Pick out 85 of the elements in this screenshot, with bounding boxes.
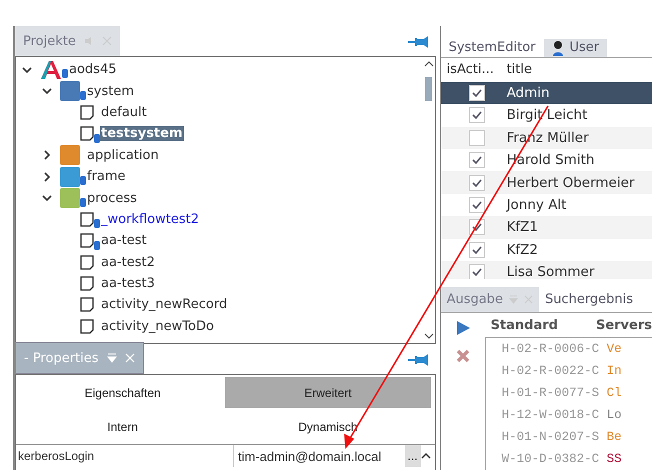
check-icon: [472, 246, 482, 254]
pin-icon[interactable]: [408, 354, 428, 366]
browse-button[interactable]: ...: [404, 445, 421, 467]
document-icon: [80, 212, 94, 227]
tab[interactable]: Eigenschaften: [20, 377, 226, 408]
check-icon: [472, 223, 482, 232]
checkbox[interactable]: [468, 107, 485, 124]
table-row[interactable]: Lisa Sommer: [440, 260, 652, 280]
document-icon: [80, 297, 94, 312]
editor-tab[interactable]: User: [544, 38, 608, 57]
tab[interactable]: Erweitert: [225, 377, 431, 408]
scroll-down-icon[interactable]: [424, 333, 434, 339]
property-name: kerberosLogin: [17, 449, 96, 463]
table-row[interactable]: Birgit Leicht: [440, 104, 652, 127]
check-icon: [472, 88, 482, 97]
table-cell: Herbert Obermeier: [506, 174, 634, 191]
log-code: H-01-R-0077-S: [502, 386, 600, 400]
tree-item[interactable]: aods45: [68, 62, 118, 78]
chevron-up-icon[interactable]: [420, 453, 431, 459]
checkbox[interactable]: [468, 152, 485, 168]
check-icon: [472, 111, 482, 120]
output-tab[interactable]: Suchergebnis: [538, 287, 640, 312]
table-row[interactable]: Admin: [440, 82, 652, 104]
tree-item[interactable]: application: [86, 148, 160, 163]
document-icon: [80, 104, 94, 120]
tree-item[interactable]: aa-test3: [100, 276, 156, 292]
table-cell: KfZ2: [506, 242, 538, 258]
document-icon: [80, 276, 94, 292]
checkbox[interactable]: [468, 84, 485, 101]
log-message: Be: [606, 430, 622, 444]
tree-item[interactable]: default: [100, 104, 148, 120]
tree-item[interactable]: process: [86, 190, 138, 206]
table-row[interactable]: Herbert Obermeier: [440, 171, 652, 194]
checkbox[interactable]: [468, 174, 485, 191]
column-header[interactable]: Standard: [490, 318, 558, 332]
play-icon[interactable]: [456, 321, 470, 335]
scroll-up-icon[interactable]: [424, 61, 434, 67]
log-message: Lo: [606, 408, 622, 422]
table-cell: Admin: [506, 84, 550, 101]
column-header[interactable]: isActi...: [440, 62, 507, 78]
check-icon: [472, 268, 482, 276]
column-header[interactable]: title: [506, 62, 532, 78]
tree-item[interactable]: activity_newRecord: [100, 297, 228, 312]
check-icon: [472, 200, 482, 209]
tree-item[interactable]: _workflowtest2: [100, 212, 200, 227]
table-cell: KfZ1: [506, 219, 538, 236]
document-icon: [80, 233, 94, 248]
tab[interactable]: Dynamisch: [225, 411, 431, 442]
log-message: In: [606, 364, 622, 378]
tree-item[interactable]: activity_newToDo: [100, 318, 215, 334]
document-icon: [80, 318, 94, 334]
table-cell: Jonny Alt: [506, 196, 566, 213]
log-code: H-02-R-0006-C: [502, 342, 600, 356]
check-icon: [472, 156, 482, 164]
logo-icon: [40, 60, 62, 80]
tree-item[interactable]: aa-test: [100, 233, 148, 248]
table-row[interactable]: KfZ2: [440, 238, 652, 261]
tree-item[interactable]: system: [86, 84, 135, 99]
log-code: W-10-D-0382-C: [502, 452, 600, 466]
log-message: SS: [606, 452, 622, 466]
log-message: Ve: [606, 342, 622, 356]
check-icon: [472, 178, 482, 187]
checkbox[interactable]: [468, 196, 485, 213]
table-row[interactable]: Jonny Alt: [440, 194, 652, 216]
checkbox[interactable]: [468, 264, 485, 280]
tree-item[interactable]: testsystem: [100, 126, 184, 142]
column-header[interactable]: Servers: [596, 318, 652, 332]
checkbox[interactable]: [468, 130, 485, 146]
table-cell: Lisa Sommer: [506, 264, 594, 280]
log-code: H-12-W-0018-C: [502, 408, 600, 422]
close-icon[interactable]: [456, 349, 470, 363]
tree-item[interactable]: aa-test2: [100, 254, 156, 270]
log-message: Cl: [606, 386, 622, 400]
scrollbar-thumb[interactable]: [425, 77, 432, 101]
pin-icon[interactable]: [408, 36, 428, 48]
editor-tab[interactable]: SystemEditor: [440, 38, 544, 57]
document-icon: [80, 254, 94, 270]
document-icon: [80, 126, 94, 142]
table-row[interactable]: KfZ1: [440, 216, 652, 239]
log-code: H-01-N-0207-S: [502, 430, 600, 444]
log-code: H-02-R-0022-C: [502, 364, 600, 378]
table-cell: Birgit Leicht: [506, 107, 588, 124]
checkbox[interactable]: [468, 242, 485, 258]
tab[interactable]: Intern: [20, 411, 226, 442]
tree-item[interactable]: frame: [86, 169, 127, 184]
